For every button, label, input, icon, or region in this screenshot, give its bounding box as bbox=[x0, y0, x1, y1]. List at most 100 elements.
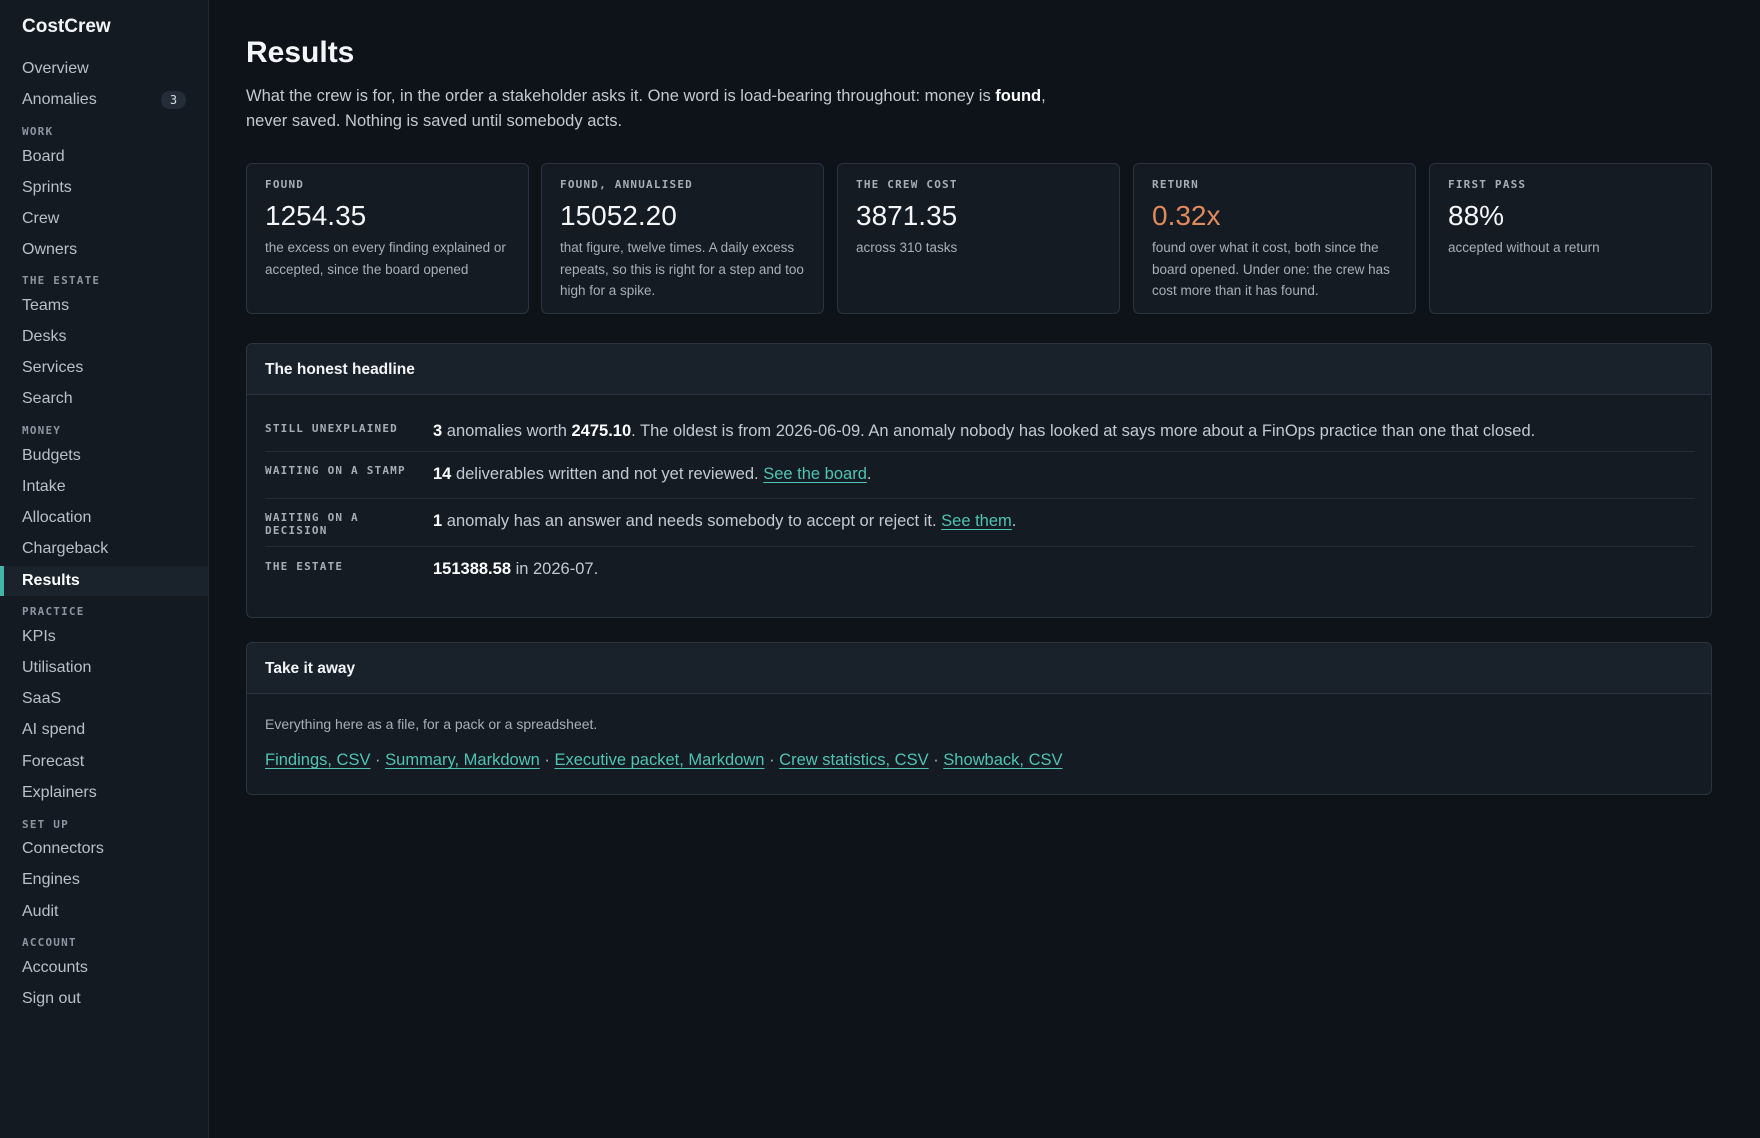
anomalies-count-badge: 3 bbox=[161, 91, 186, 109]
metric-card-found-annualised: FOUND, ANNUALISED 15052.20 that figure, … bbox=[541, 163, 824, 314]
sidebar-item-anomalies[interactable]: Anomalies 3 bbox=[0, 85, 208, 115]
sidebar-item-connectors[interactable]: Connectors bbox=[0, 834, 208, 864]
sidebar-item-engines[interactable]: Engines bbox=[0, 865, 208, 895]
sidebar-item-budgets[interactable]: Budgets bbox=[0, 441, 208, 471]
row-label: THE ESTATE bbox=[265, 560, 344, 573]
sidebar-item-desks[interactable]: Desks bbox=[0, 322, 208, 352]
sidebar-item-crew[interactable]: Crew bbox=[0, 204, 208, 234]
sidebar-section-work: WORK bbox=[22, 125, 54, 138]
link-separator: · bbox=[539, 751, 555, 769]
sidebar-section-practice: PRACTICE bbox=[22, 605, 85, 618]
sidebar-item-ai-spend[interactable]: AI spend bbox=[0, 715, 208, 745]
crew-statistics-csv-link[interactable]: Crew statistics, CSV bbox=[779, 751, 928, 769]
row-text: 1 anomaly has an answer and needs somebo… bbox=[433, 512, 1016, 531]
take-it-away-panel: Take it away Everything here as a file, … bbox=[246, 642, 1712, 795]
sidebar-item-teams[interactable]: Teams bbox=[0, 291, 208, 321]
row-label-line: DECISION bbox=[265, 524, 328, 537]
metric-card-first-pass: FIRST PASS 88% accepted without a return bbox=[1429, 163, 1712, 314]
sidebar-item-kpis[interactable]: KPIs bbox=[0, 622, 208, 652]
row-text-part: anomaly has an answer and needs somebody… bbox=[442, 512, 942, 530]
card-description: across 310 tasks bbox=[856, 240, 958, 255]
sidebar-item-sign-out[interactable]: Sign out bbox=[0, 984, 208, 1014]
panel-title: The honest headline bbox=[247, 344, 1711, 395]
row-text-part: . The oldest is from 2026-06-09. An anom… bbox=[631, 422, 1536, 440]
card-label: FOUND, ANNUALISED bbox=[560, 178, 693, 191]
card-value: 15052.20 bbox=[560, 200, 677, 231]
executive-packet-link[interactable]: Executive packet, Markdown bbox=[554, 751, 764, 769]
sidebar-section-money: MONEY bbox=[22, 424, 62, 437]
row-text: 151388.58 in 2026-07. bbox=[433, 560, 598, 579]
sidebar-item-owners[interactable]: Owners bbox=[0, 235, 208, 265]
headline-row-decision: WAITING ON A DECISION 1 anomaly has an an… bbox=[265, 499, 1695, 547]
sidebar-item-overview[interactable]: Overview bbox=[0, 54, 208, 84]
exports-intro: Everything here as a file, for a pack or… bbox=[265, 716, 598, 732]
link-separator: · bbox=[928, 751, 944, 769]
summary-markdown-link[interactable]: Summary, Markdown bbox=[385, 751, 540, 769]
intro-text: What the crew is for, in the order a sta… bbox=[246, 87, 996, 105]
unexplained-amount: 2475.10 bbox=[571, 422, 632, 440]
page-intro: What the crew is for, in the order a sta… bbox=[246, 84, 1046, 134]
link-separator: · bbox=[764, 751, 780, 769]
headline-row-stamp: WAITING ON A STAMP 14 deliverables writt… bbox=[265, 452, 1695, 499]
headline-row-unexplained: STILL UNEXPLAINED 3 anomalies worth 2475… bbox=[265, 395, 1695, 452]
card-value: 1254.35 bbox=[265, 200, 367, 231]
row-text: 3 anomalies worth 2475.10. The oldest is… bbox=[433, 422, 1535, 441]
metric-card-crew-cost: THE CREW COST 3871.35 across 310 tasks bbox=[837, 163, 1120, 314]
sidebar-item-audit[interactable]: Audit bbox=[0, 897, 208, 927]
sidebar-item-board[interactable]: Board bbox=[0, 142, 208, 172]
row-text: 14 deliverables written and not yet revi… bbox=[433, 465, 871, 484]
intro-emphasis: found bbox=[995, 87, 1042, 105]
stamp-count: 14 bbox=[433, 465, 452, 483]
honest-headline-panel: The honest headline STILL UNEXPLAINED 3 … bbox=[246, 343, 1712, 618]
showback-csv-link[interactable]: Showback, CSV bbox=[943, 751, 1062, 769]
sidebar-item-services[interactable]: Services bbox=[0, 353, 208, 383]
sidebar-item-forecast[interactable]: Forecast bbox=[0, 747, 208, 777]
sidebar-item-explainers[interactable]: Explainers bbox=[0, 778, 208, 808]
export-links: Findings, CSV · Summary, Markdown · Exec… bbox=[265, 751, 1063, 770]
row-label-line: WAITING ON A bbox=[265, 511, 359, 524]
row-text-part: . bbox=[866, 465, 872, 483]
card-value: 3871.35 bbox=[856, 200, 958, 231]
sidebar-item-chargeback[interactable]: Chargeback bbox=[0, 534, 208, 564]
metric-cards: FOUND 1254.35 the excess on every findin… bbox=[246, 163, 1712, 314]
card-label: RETURN bbox=[1152, 178, 1199, 191]
sidebar-item-search[interactable]: Search bbox=[0, 384, 208, 414]
card-label: FOUND bbox=[265, 178, 305, 191]
link-separator: · bbox=[370, 751, 386, 769]
page-title: Results bbox=[246, 36, 355, 69]
card-description: the excess on every finding explained or… bbox=[265, 240, 506, 277]
estate-amount: 151388.58 bbox=[433, 560, 511, 578]
sidebar-item-intake[interactable]: Intake bbox=[0, 472, 208, 502]
panel-title: Take it away bbox=[247, 643, 1711, 694]
see-the-board-link[interactable]: See the board bbox=[763, 465, 867, 483]
metric-card-found: FOUND 1254.35 the excess on every findin… bbox=[246, 163, 529, 314]
headline-row-estate: THE ESTATE 151388.58 in 2026-07. bbox=[265, 547, 1695, 597]
metric-card-return: RETURN 0.32x found over what it cost, bo… bbox=[1133, 163, 1416, 314]
sidebar-item-accounts[interactable]: Accounts bbox=[0, 953, 208, 983]
unexplained-count: 3 bbox=[433, 422, 443, 440]
sidebar-item-label: Anomalies bbox=[22, 91, 97, 108]
card-label: FIRST PASS bbox=[1448, 178, 1527, 191]
row-label: STILL UNEXPLAINED bbox=[265, 422, 398, 435]
row-text-part: . bbox=[1011, 512, 1017, 530]
sidebar-item-sprints[interactable]: Sprints bbox=[0, 173, 208, 203]
decision-count: 1 bbox=[433, 512, 443, 530]
row-text-part: anomalies worth bbox=[442, 422, 572, 440]
card-value: 88% bbox=[1448, 200, 1505, 231]
row-label: WAITING ON A STAMP bbox=[265, 464, 406, 477]
sidebar-item-utilisation[interactable]: Utilisation bbox=[0, 653, 208, 683]
findings-csv-link[interactable]: Findings, CSV bbox=[265, 751, 370, 769]
card-label: THE CREW COST bbox=[856, 178, 958, 191]
sidebar-section-setup: SET UP bbox=[22, 818, 69, 831]
row-label: WAITING ON A DECISION bbox=[265, 511, 415, 537]
row-text-part: deliverables written and not yet reviewe… bbox=[451, 465, 764, 483]
sidebar-item-results[interactable]: Results bbox=[0, 566, 208, 596]
card-value: 0.32x bbox=[1152, 200, 1221, 231]
card-description: accepted without a return bbox=[1448, 240, 1600, 255]
app-logo[interactable]: CostCrew bbox=[22, 16, 111, 38]
card-description: that figure, twelve times. A daily exces… bbox=[560, 240, 804, 298]
sidebar-item-allocation[interactable]: Allocation bbox=[0, 503, 208, 533]
see-them-link[interactable]: See them bbox=[941, 512, 1012, 530]
sidebar-section-estate: THE ESTATE bbox=[22, 274, 101, 287]
sidebar-item-saas[interactable]: SaaS bbox=[0, 684, 208, 714]
